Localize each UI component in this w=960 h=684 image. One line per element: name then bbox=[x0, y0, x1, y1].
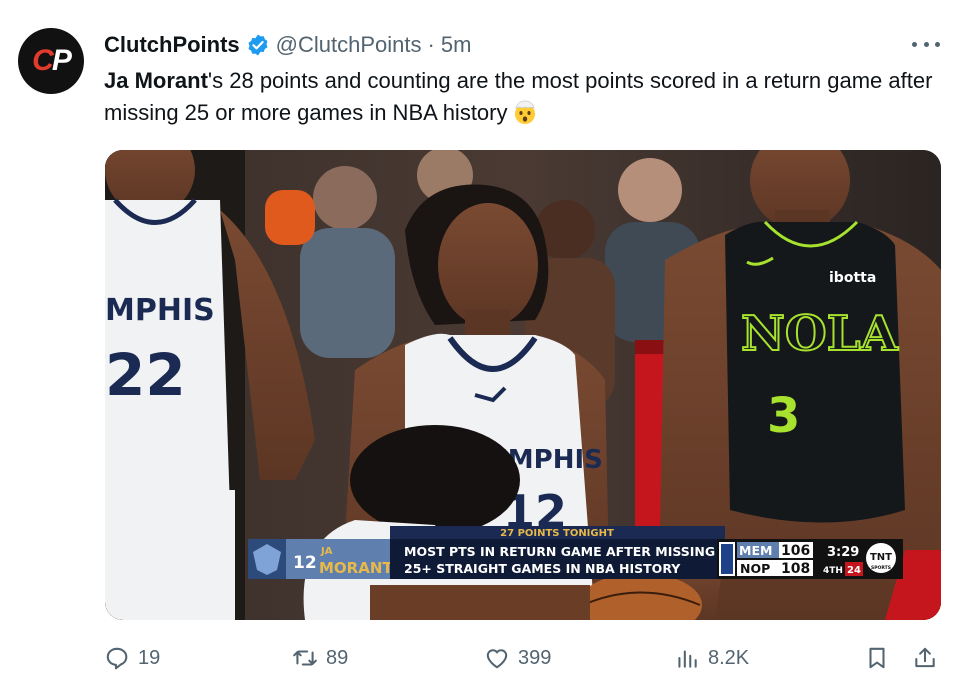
chyron-header: 27 POINTS TONIGHT bbox=[500, 528, 614, 539]
like-button[interactable]: 399 bbox=[484, 640, 551, 676]
share-icon bbox=[915, 647, 935, 668]
share-button[interactable] bbox=[912, 640, 938, 676]
right-jersey-number: 3 bbox=[767, 388, 800, 444]
tweet: CP ClutchPoints @ClutchPoints · 5m Ja Mo… bbox=[0, 0, 960, 684]
reply-icon bbox=[106, 647, 128, 670]
reply-count: 19 bbox=[138, 646, 161, 669]
game-clock: 3:29 bbox=[827, 545, 859, 560]
view-count: 8.2K bbox=[708, 646, 750, 669]
tweet-text: Ja Morant's 28 points and counting are t… bbox=[104, 65, 944, 129]
like-count: 399 bbox=[518, 646, 552, 669]
retweet-button[interactable]: 89 bbox=[292, 640, 348, 676]
retweet-icon bbox=[293, 650, 317, 666]
chyron-player-last: MORANT bbox=[319, 559, 393, 577]
reply-button[interactable]: 19 bbox=[104, 640, 160, 676]
bookmark-button[interactable] bbox=[864, 640, 890, 676]
retweet-count: 89 bbox=[326, 646, 349, 669]
heart-icon bbox=[486, 649, 508, 669]
game-quarter: 4TH bbox=[823, 566, 843, 576]
avatar[interactable]: CP bbox=[18, 28, 84, 94]
left-jersey-number: 22 bbox=[105, 341, 186, 409]
tweet-timestamp[interactable]: 5m bbox=[441, 32, 472, 58]
score-value1: 106 bbox=[781, 543, 810, 559]
tweet-text-name[interactable]: Ja Morant bbox=[104, 68, 208, 93]
separator-dot: · bbox=[427, 32, 435, 57]
clutchpoints-logo: CP bbox=[32, 44, 72, 77]
score-value2: 108 bbox=[781, 561, 810, 577]
chyron-line1: MOST PTS IN RETURN GAME AFTER MISSING bbox=[404, 544, 715, 559]
score-team2: NOP bbox=[740, 561, 770, 576]
tweet-header: ClutchPoints @ClutchPoints · 5m bbox=[104, 30, 471, 60]
views-chart-icon bbox=[678, 650, 697, 668]
chyron-player-first: JA bbox=[320, 546, 333, 557]
chyron-player-number: 12 bbox=[293, 553, 317, 573]
bookmark-icon bbox=[869, 647, 885, 669]
more-options-icon[interactable] bbox=[912, 34, 940, 54]
author-handle[interactable]: @ClutchPoints bbox=[276, 32, 422, 58]
score-team1: MEM bbox=[739, 543, 772, 558]
right-jersey-sponsor: ibotta bbox=[829, 270, 876, 286]
shot-clock: 24 bbox=[847, 565, 861, 576]
right-jersey-text: NOLA bbox=[741, 306, 898, 362]
verified-badge-icon bbox=[248, 34, 268, 56]
exploding-head-emoji-icon bbox=[514, 100, 535, 124]
left-jersey-text: MPHIS bbox=[105, 293, 215, 328]
views-button[interactable]: 8.2K bbox=[674, 640, 749, 676]
tweet-actions: 19 89 399 8.2K bbox=[104, 640, 944, 676]
game-photo: MPHIS 22 EMPHIS 12 ibotta NOLA 3 27 POIN… bbox=[105, 150, 941, 620]
tweet-photo[interactable]: MPHIS 22 EMPHIS 12 ibotta NOLA 3 27 POIN… bbox=[105, 150, 941, 620]
network-logo-sub: SPORTS bbox=[871, 565, 891, 571]
network-logo: TNT bbox=[870, 552, 892, 563]
display-name[interactable]: ClutchPoints bbox=[104, 32, 240, 58]
chyron-line2: 25+ STRAIGHT GAMES IN NBA HISTORY bbox=[404, 561, 681, 576]
